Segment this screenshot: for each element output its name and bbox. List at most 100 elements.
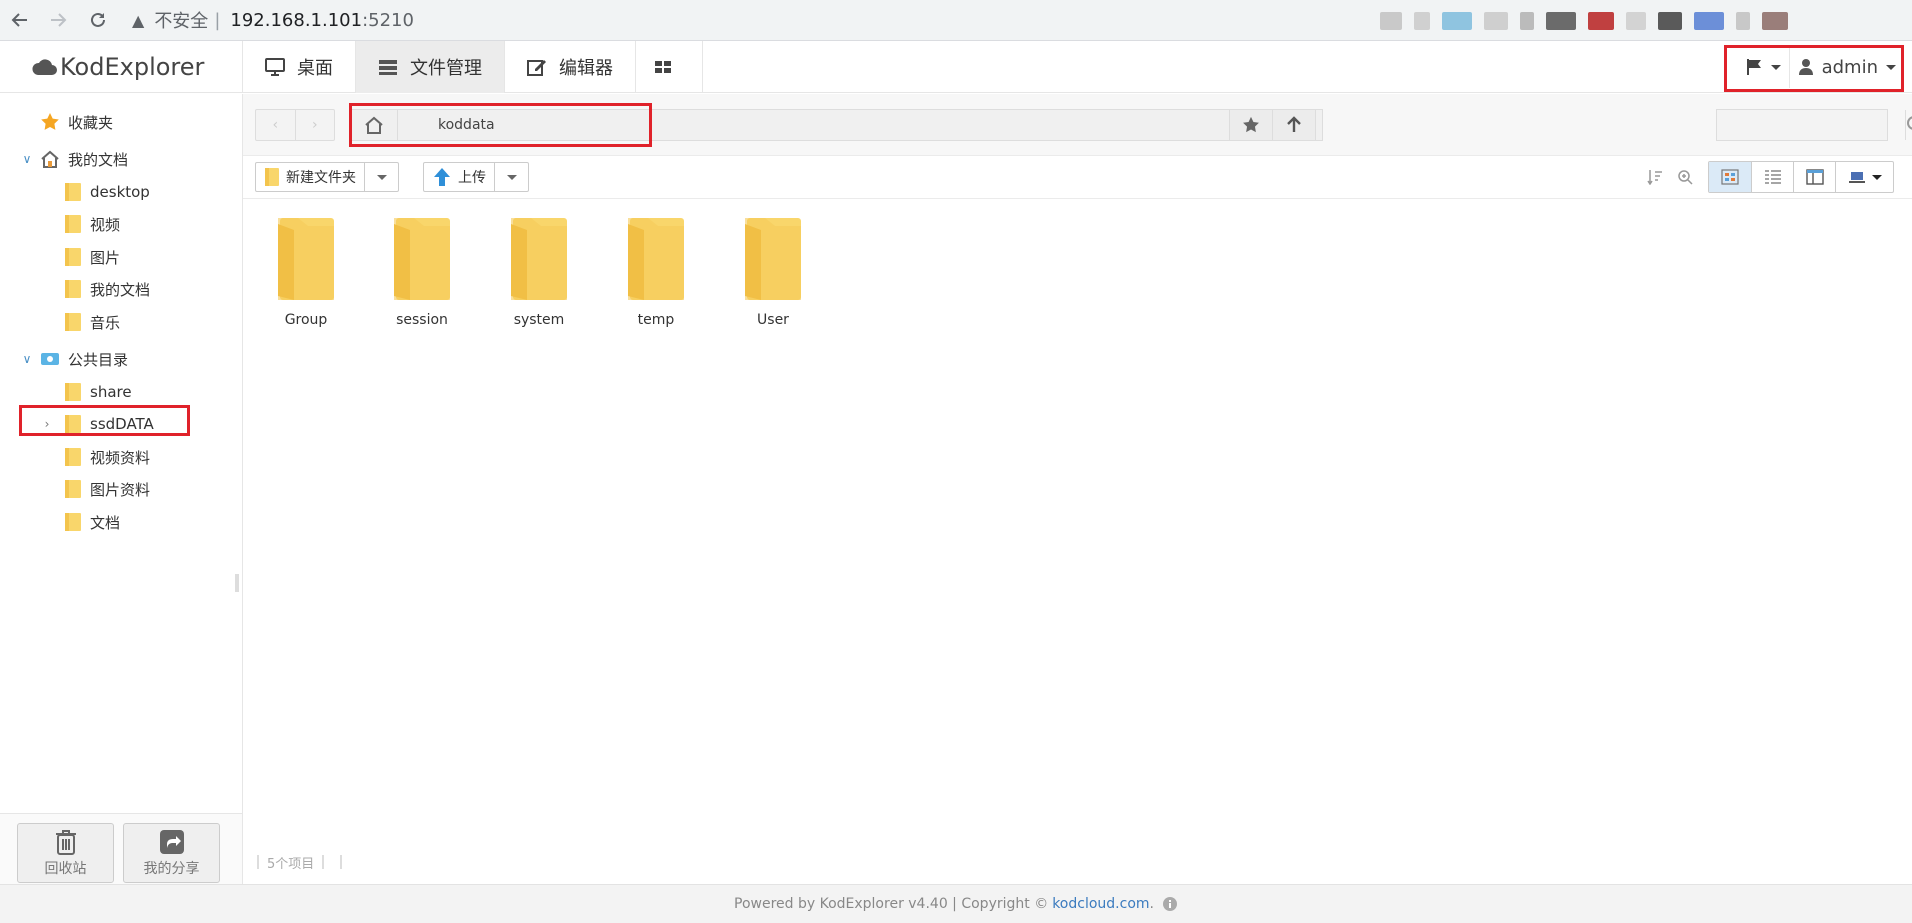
folder-icon (64, 247, 82, 267)
chevron-down-icon[interactable]: ∨ (20, 352, 34, 366)
folder-icon (64, 279, 82, 299)
upload-dropdown[interactable] (494, 163, 528, 191)
nav-editor[interactable]: 编辑器 (505, 41, 636, 93)
icon-view-button[interactable] (1709, 162, 1751, 192)
new-folder-group: 新建文件夹 (255, 162, 399, 192)
star-icon (40, 112, 60, 132)
sidebar-item-videos[interactable]: 视频 (58, 210, 120, 238)
cloud-icon (32, 59, 57, 75)
share-icon (159, 830, 184, 854)
sidebar-item-desktop[interactable]: desktop (58, 178, 150, 206)
file-manager-icon (379, 60, 397, 75)
extension-icons (1380, 8, 1900, 34)
list-view-button[interactable] (1751, 162, 1793, 192)
folder-icon (64, 512, 82, 532)
history-buttons: ‹ › (255, 109, 335, 141)
security-label: 不安全 (154, 11, 209, 32)
info-icon[interactable] (1162, 896, 1178, 912)
folder-icon (745, 218, 801, 300)
reload-icon (91, 12, 105, 27)
home-icon (40, 150, 60, 168)
app-header: KodExplorer 桌面 文件管理 编辑器 admin (0, 41, 1912, 93)
view-tools (1640, 161, 1894, 193)
sidebar-resize-handle[interactable] (235, 574, 239, 592)
grid-icon (655, 61, 671, 73)
my-share-button[interactable]: 我的分享 (123, 823, 220, 883)
arrow-up-icon (1287, 116, 1301, 132)
folder-icon (64, 312, 82, 332)
new-folder-button[interactable]: 新建文件夹 (256, 163, 364, 191)
parent-folder-button[interactable] (1272, 109, 1316, 141)
folder-icon (64, 382, 82, 402)
file-item-session[interactable]: session (372, 214, 472, 330)
sidebar-item-picture-materials[interactable]: 图片资料 (58, 475, 150, 503)
file-item-temp[interactable]: temp (606, 214, 706, 330)
sidebar-item-documents[interactable]: 我的文档 (58, 275, 150, 303)
folder-icon (64, 182, 82, 202)
zoom-button[interactable] (1670, 162, 1700, 192)
public-drive-icon (40, 351, 60, 367)
search-box (1716, 109, 1912, 141)
sidebar-item-favorites[interactable]: 收藏夹 (20, 108, 113, 136)
nav-apps[interactable] (636, 41, 703, 93)
favorite-button[interactable] (1229, 109, 1273, 141)
trash-icon (55, 830, 76, 855)
highlight-box-user (1724, 45, 1904, 92)
history-forward-button[interactable]: › (294, 110, 335, 140)
folder-icon (265, 168, 279, 186)
sort-button[interactable] (1640, 162, 1670, 192)
top-navigation: 桌面 文件管理 编辑器 (242, 41, 703, 93)
browser-forward-button[interactable] (44, 6, 72, 34)
url-host: 192.168.1.101 (230, 9, 363, 31)
history-back-button[interactable]: ‹ (256, 110, 295, 140)
browser-back-button[interactable] (6, 6, 34, 34)
editor-icon (527, 60, 546, 76)
file-toolbar: 新建文件夹 上传 (243, 157, 1912, 199)
search-button[interactable] (1905, 110, 1912, 140)
folder-icon (64, 214, 82, 234)
recycle-bin-button[interactable]: 回收站 (17, 823, 114, 883)
status-bar: 5个项目 (257, 852, 350, 872)
split-view-button[interactable] (1793, 162, 1835, 192)
app-logo[interactable]: KodExplorer (32, 51, 204, 83)
file-list-area: Group session system temp User 5个项目 (243, 200, 1912, 884)
sidebar-item-music[interactable]: 音乐 (58, 308, 120, 336)
theme-icon (1848, 172, 1865, 183)
chevron-down-icon[interactable]: ∨ (20, 152, 34, 166)
sidebar-item-docs-public[interactable]: 文档 (58, 508, 120, 536)
search-icon (1907, 116, 1912, 130)
file-item-group[interactable]: Group (256, 214, 356, 330)
new-folder-dropdown[interactable] (364, 163, 398, 191)
icon-view-icon (1721, 169, 1739, 185)
logo-text: KodExplorer (60, 53, 205, 81)
file-item-system[interactable]: system (489, 214, 589, 330)
folder-icon (511, 218, 567, 300)
sidebar-item-my-docs[interactable]: ∨ 我的文档 (20, 145, 128, 173)
footer-link[interactable]: kodcloud.com (1052, 896, 1149, 912)
folder-icon (64, 479, 82, 499)
nav-desktop[interactable]: 桌面 (243, 41, 356, 93)
split-view-icon (1805, 169, 1824, 185)
nav-file-manager[interactable]: 文件管理 (356, 41, 505, 93)
search-input[interactable] (1717, 110, 1905, 140)
warning-icon: ▲ (132, 10, 145, 30)
highlight-box-path (349, 103, 652, 147)
browser-reload-button[interactable] (84, 6, 112, 34)
desktop-icon (265, 58, 285, 76)
item-count: 5个项目 (267, 856, 315, 872)
list-view-icon (1764, 170, 1781, 184)
theme-dropdown-button[interactable] (1835, 162, 1893, 192)
browser-toolbar: ▲ 不安全 | 192.168.1.101 :5210 (0, 0, 1912, 41)
path-actions (1229, 109, 1316, 141)
arrow-right-icon (51, 13, 67, 27)
sidebar-item-pictures[interactable]: 图片 (58, 243, 120, 271)
sidebar-item-share[interactable]: share (58, 378, 132, 406)
file-item-user[interactable]: User (723, 214, 823, 330)
sidebar-item-video-materials[interactable]: 视频资料 (58, 443, 150, 471)
url-port: :5210 (362, 9, 414, 31)
folder-icon (628, 218, 684, 300)
sidebar-item-public[interactable]: ∨ 公共目录 (20, 345, 128, 373)
upload-arrow-icon (434, 168, 450, 186)
browser-url-field[interactable]: ▲ 不安全 | 192.168.1.101 :5210 (132, 6, 414, 34)
upload-button[interactable]: 上传 (424, 163, 494, 191)
